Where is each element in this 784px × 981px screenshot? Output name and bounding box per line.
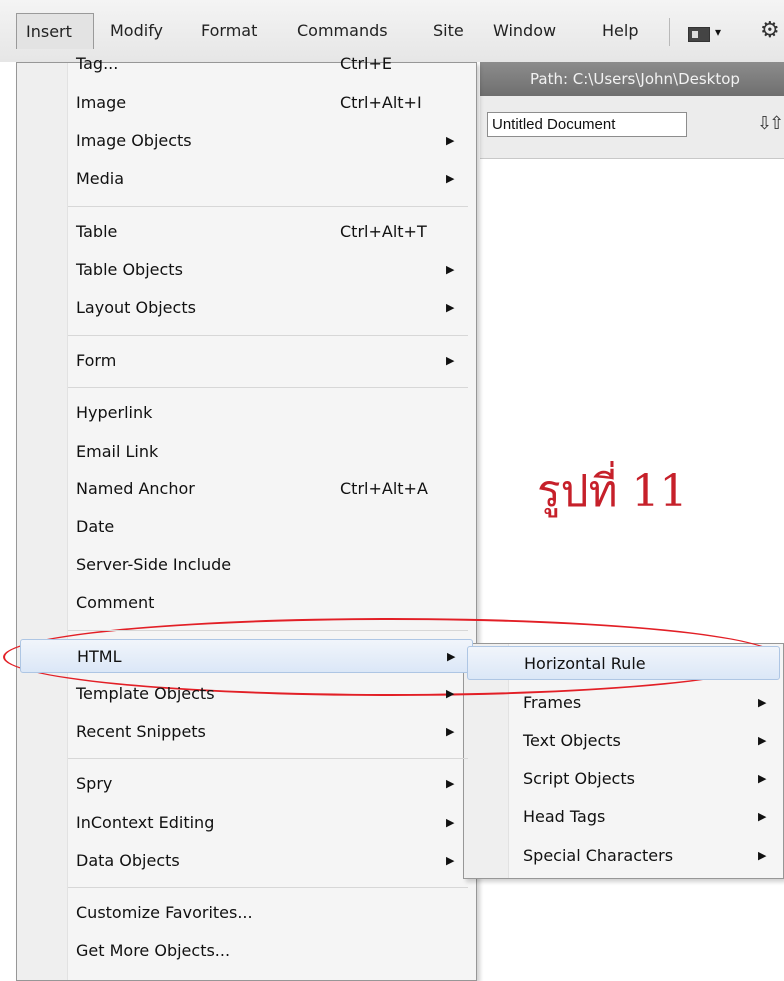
chevron-down-icon[interactable]: ▾ bbox=[715, 22, 721, 42]
submenu-arrow-icon: ▶ bbox=[446, 172, 455, 185]
menu-item-date[interactable]: Date bbox=[20, 510, 473, 544]
path-label: Path: C:\Users\John\Desktop bbox=[530, 70, 740, 88]
submenu-arrow-icon: ▶ bbox=[446, 816, 455, 829]
submenu-arrow-icon: ▶ bbox=[446, 301, 455, 314]
document-title-field[interactable]: Untitled Document bbox=[487, 112, 687, 137]
figure-caption: รูปที่ 11 bbox=[537, 466, 688, 517]
menu-commands[interactable]: Commands bbox=[297, 13, 388, 49]
menu-item-label: Hyperlink bbox=[76, 403, 153, 422]
menu-item-hyperlink[interactable]: Hyperlink bbox=[20, 396, 473, 430]
menu-item-recent-snippets[interactable]: Recent Snippets ▶ bbox=[20, 715, 473, 749]
menu-item-tag[interactable]: Tag... Ctrl+E bbox=[20, 47, 473, 81]
submenu-item-frames[interactable]: Frames ▶ bbox=[467, 686, 780, 720]
menu-item-table-objects[interactable]: Table Objects ▶ bbox=[20, 253, 473, 287]
menu-item-label: Server-Side Include bbox=[76, 555, 232, 574]
layout-icon[interactable] bbox=[688, 27, 710, 42]
menu-item-label: Recent Snippets bbox=[76, 722, 206, 741]
menu-item-label: Comment bbox=[76, 593, 155, 612]
menu-item-layout-objects[interactable]: Layout Objects ▶ bbox=[20, 291, 473, 325]
menu-item-label: Layout Objects bbox=[76, 298, 196, 317]
submenu-item-horizontal-rule[interactable]: Horizontal Rule bbox=[467, 646, 780, 680]
submenu-item-label: Special Characters bbox=[523, 846, 674, 865]
menu-item-data-objects[interactable]: Data Objects ▶ bbox=[20, 844, 473, 878]
menu-divider bbox=[68, 387, 468, 388]
submenu-item-special-characters[interactable]: Special Characters ▶ bbox=[467, 839, 780, 873]
menu-item-comment[interactable]: Comment bbox=[20, 586, 473, 620]
menu-divider bbox=[68, 335, 468, 336]
submenu-arrow-icon: ▶ bbox=[446, 725, 455, 738]
menu-item-html[interactable]: HTML ▶ bbox=[20, 639, 473, 673]
submenu-arrow-icon: ▶ bbox=[758, 734, 767, 747]
menu-item-incontext-editing[interactable]: InContext Editing ▶ bbox=[20, 806, 473, 840]
menu-item-label: Tag... bbox=[76, 54, 119, 73]
submenu-item-label: Horizontal Rule bbox=[524, 654, 646, 673]
menu-item-label: Spry bbox=[76, 774, 113, 793]
submenu-arrow-icon: ▶ bbox=[758, 772, 767, 785]
sort-icon[interactable]: ⇩⇧ bbox=[757, 112, 784, 136]
menu-item-image-objects[interactable]: Image Objects ▶ bbox=[20, 124, 473, 158]
menu-item-label: HTML bbox=[77, 647, 122, 666]
submenu-arrow-icon: ▶ bbox=[446, 263, 455, 276]
submenu-item-text-objects[interactable]: Text Objects ▶ bbox=[467, 724, 780, 758]
menu-item-media[interactable]: Media ▶ bbox=[20, 162, 473, 196]
submenu-arrow-icon: ▶ bbox=[758, 696, 767, 709]
shortcut-label: Ctrl+Alt+T bbox=[340, 222, 427, 241]
menu-item-label: Template Objects bbox=[76, 684, 215, 703]
shortcut-label: Ctrl+Alt+I bbox=[340, 93, 422, 112]
menu-help[interactable]: Help bbox=[602, 13, 638, 49]
submenu-arrow-icon: ▶ bbox=[446, 687, 455, 700]
menu-format[interactable]: Format bbox=[201, 13, 257, 49]
menu-item-label: Media bbox=[76, 169, 125, 188]
submenu-arrow-icon: ▶ bbox=[446, 354, 455, 367]
menu-window[interactable]: Window bbox=[493, 13, 556, 49]
submenu-item-label: Head Tags bbox=[523, 807, 606, 826]
submenu-item-script-objects[interactable]: Script Objects ▶ bbox=[467, 762, 780, 796]
submenu-item-label: Text Objects bbox=[523, 731, 621, 750]
menu-item-label: Date bbox=[76, 517, 115, 536]
submenu-arrow-icon: ▶ bbox=[446, 854, 455, 867]
menu-item-label: Named Anchor bbox=[76, 479, 195, 498]
menu-item-label: Data Objects bbox=[76, 851, 180, 870]
menu-item-table[interactable]: Table Ctrl+Alt+T bbox=[20, 215, 473, 249]
menu-item-template-objects[interactable]: Template Objects ▶ bbox=[20, 677, 473, 711]
submenu-item-head-tags[interactable]: Head Tags ▶ bbox=[467, 800, 780, 834]
menu-modify[interactable]: Modify bbox=[110, 13, 163, 49]
menu-item-label: InContext Editing bbox=[76, 813, 215, 832]
submenu-arrow-icon: ▶ bbox=[758, 810, 767, 823]
submenu-item-label: Frames bbox=[523, 693, 582, 712]
submenu-arrow-icon: ▶ bbox=[446, 777, 455, 790]
shortcut-label: Ctrl+Alt+A bbox=[340, 479, 428, 498]
menu-item-label: Table Objects bbox=[76, 260, 183, 279]
shortcut-label: Ctrl+E bbox=[340, 54, 392, 73]
menu-item-label: Email Link bbox=[76, 442, 159, 461]
gear-icon[interactable]: ⚙ bbox=[760, 18, 780, 44]
menu-site[interactable]: Site bbox=[433, 13, 464, 49]
menu-divider bbox=[68, 206, 468, 207]
submenu-item-label: Script Objects bbox=[523, 769, 635, 788]
menu-item-label: Image Objects bbox=[76, 131, 192, 150]
menu-divider bbox=[68, 887, 468, 888]
menu-item-label: Image bbox=[76, 93, 127, 112]
menu-divider bbox=[68, 630, 468, 631]
menu-item-label: Customize Favorites... bbox=[76, 903, 253, 922]
menu-item-email-link[interactable]: Email Link bbox=[20, 435, 473, 469]
path-bar: Path: C:\Users\John\Desktop bbox=[480, 62, 784, 96]
menu-item-image[interactable]: Image Ctrl+Alt+I bbox=[20, 86, 473, 120]
submenu-arrow-icon: ▶ bbox=[758, 849, 767, 862]
submenu-arrow-icon: ▶ bbox=[446, 134, 455, 147]
submenu-arrow-icon: ▶ bbox=[447, 650, 456, 663]
menu-item-label: Table bbox=[76, 222, 118, 241]
menu-divider bbox=[68, 758, 468, 759]
menu-item-label: Form bbox=[76, 351, 117, 370]
menu-item-named-anchor[interactable]: Named Anchor Ctrl+Alt+A bbox=[20, 472, 473, 506]
menu-item-customize-favorites[interactable]: Customize Favorites... bbox=[20, 896, 473, 930]
menu-item-get-more-objects[interactable]: Get More Objects... bbox=[20, 934, 473, 968]
menubar-separator bbox=[669, 18, 670, 46]
menu-item-spry[interactable]: Spry ▶ bbox=[20, 767, 473, 801]
menu-insert[interactable]: Insert bbox=[16, 13, 94, 49]
menu-item-server-side-include[interactable]: Server-Side Include bbox=[20, 548, 473, 582]
menu-item-form[interactable]: Form ▶ bbox=[20, 344, 473, 378]
menu-item-label: Get More Objects... bbox=[76, 941, 231, 960]
